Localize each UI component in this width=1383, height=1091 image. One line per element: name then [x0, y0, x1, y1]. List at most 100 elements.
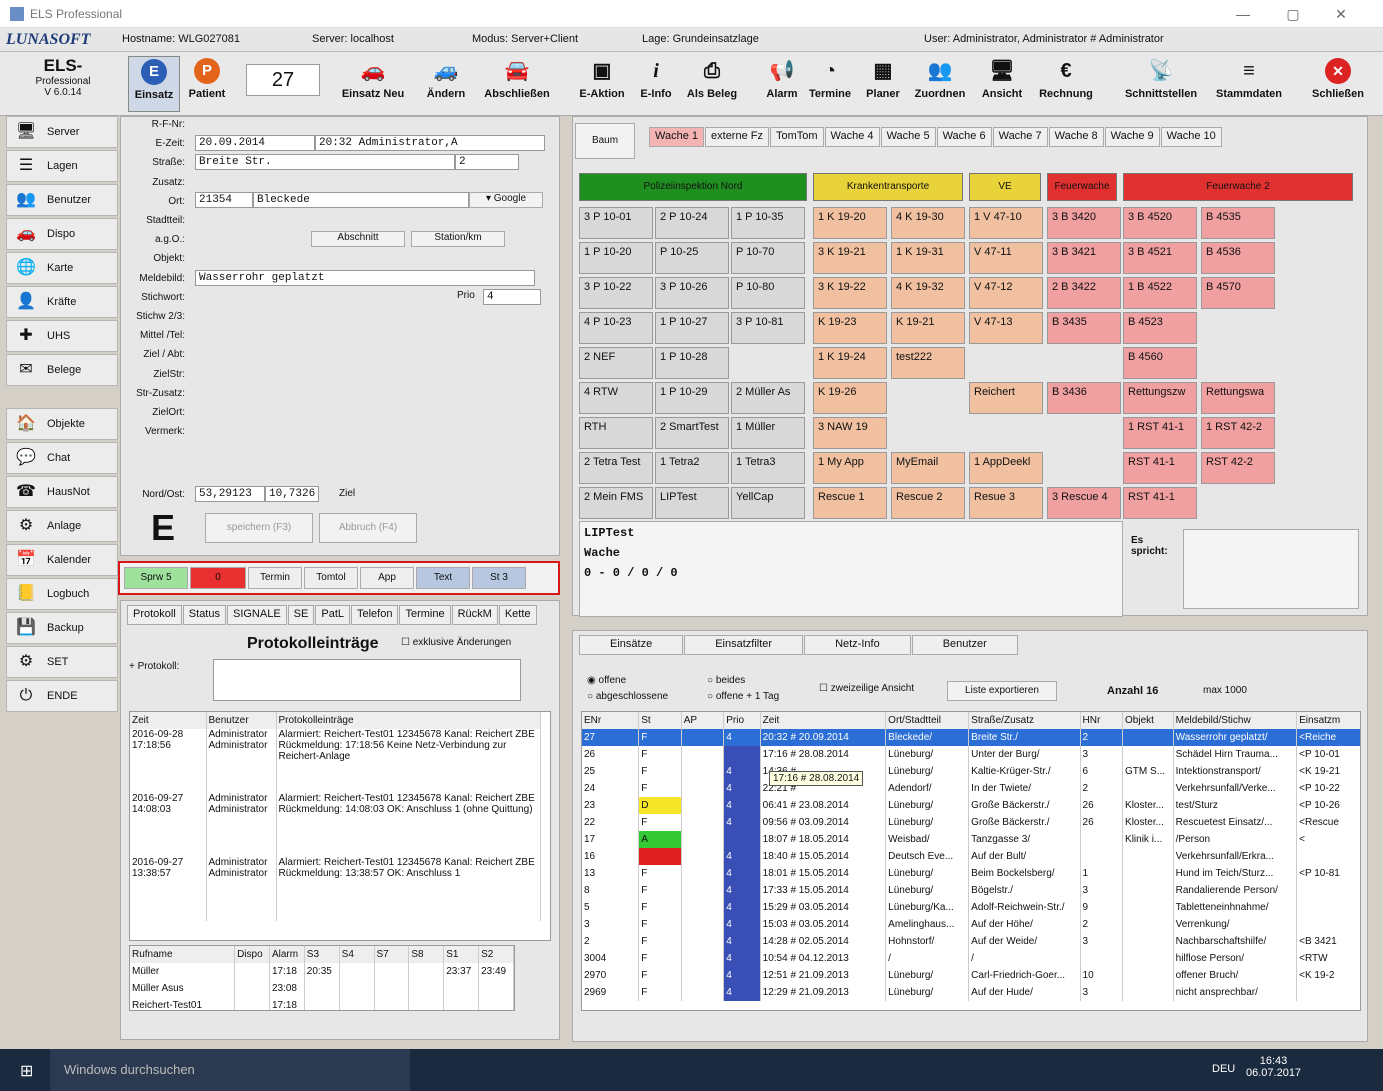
- ort-field[interactable]: Bleckede: [253, 192, 469, 208]
- vehicle-tile-b-4560[interactable]: B 4560: [1123, 347, 1197, 379]
- tab-wache-7[interactable]: Wache 7: [992, 127, 1048, 147]
- abschliessen-button[interactable]: 🚘 Abschließen: [476, 56, 558, 112]
- save-button[interactable]: speichern (F3): [205, 513, 313, 543]
- tab-signale[interactable]: SIGNALE: [226, 605, 287, 625]
- filter-offene[interactable]: ◉ offene: [587, 675, 626, 686]
- tab-telefon[interactable]: Telefon: [351, 605, 399, 625]
- vehicle-tile-k-19-21[interactable]: K 19-21: [891, 312, 965, 344]
- table-row[interactable]: 2970 F 4 12:51 # 21.09.2013 Lüneburg/Carl-Fr…: [582, 967, 1360, 984]
- vehicle-tile-v-47-11[interactable]: V 47-11: [969, 242, 1043, 274]
- vehicle-tile-1-rst-42-2[interactable]: 1 RST 42-2: [1201, 417, 1275, 449]
- table-row[interactable]: 3004 F 4 10:54 # 04.12.2013// hilflose Perso…: [582, 950, 1360, 967]
- sidebar-item-kalender[interactable]: 📅 Kalender: [6, 544, 118, 576]
- table-row[interactable]: 8 F 4 17:33 # 15.05.2014 Lüneburg/Bögelstr./…: [582, 882, 1360, 899]
- column-header[interactable]: Objekt: [1122, 712, 1174, 729]
- sidebar-item-karte[interactable]: 🌐 Karte: [6, 252, 118, 284]
- protokoll-input[interactable]: [213, 659, 521, 701]
- tab-se[interactable]: SE: [287, 605, 315, 625]
- einsatz-neu-button[interactable]: 🚗 Einsatz Neu: [332, 56, 414, 112]
- vehicle-tile-rst-42-2[interactable]: RST 42-2: [1201, 452, 1275, 484]
- column-header[interactable]: S7: [374, 946, 410, 963]
- ansicht-button[interactable]: 🖥 Ansicht: [976, 56, 1028, 112]
- tab-wache-5[interactable]: Wache 5: [880, 127, 936, 147]
- vehicle-tile-3-p-10-26[interactable]: 3 P 10-26: [655, 277, 729, 309]
- tab-termine[interactable]: Termine: [399, 605, 451, 625]
- vehicle-tile-2-p-10-24[interactable]: 2 P 10-24: [655, 207, 729, 239]
- vehicle-tile-reichert[interactable]: Reichert: [969, 382, 1043, 414]
- e-aktion-button[interactable]: ▣ E-Aktion: [574, 56, 630, 112]
- clock[interactable]: 16:43 06.07.2017: [1246, 1055, 1301, 1079]
- vehicle-tile-3-p-10-22[interactable]: 3 P 10-22: [579, 277, 653, 309]
- tab-wache-1[interactable]: Wache 1: [649, 127, 705, 147]
- tab-eins-tze[interactable]: Einsätze: [579, 635, 684, 655]
- vehicle-tile-1-tetra2[interactable]: 1 Tetra2: [655, 452, 729, 484]
- sidebar-item-logbuch[interactable]: 📒 Logbuch: [6, 578, 118, 610]
- einsatz-button[interactable]: E Einsatz: [128, 56, 180, 112]
- baum-button[interactable]: Baum: [575, 123, 635, 159]
- e-info-button[interactable]: i E-Info: [634, 56, 678, 112]
- vehicle-tile-1-k-19-31[interactable]: 1 K 19-31: [891, 242, 965, 274]
- vehicle-tile-k-19-23[interactable]: K 19-23: [813, 312, 887, 344]
- zweizeilig-checkbox[interactable]: ☐ zweizeilige Ansicht: [819, 683, 914, 694]
- column-header[interactable]: Zeit: [130, 712, 207, 729]
- vehicle-tile-liptest[interactable]: LIPTest: [655, 487, 729, 519]
- vehicle-tile-3-naw-19[interactable]: 3 NAW 19: [813, 417, 887, 449]
- tab-kette[interactable]: Kette: [498, 605, 537, 625]
- vehicle-tile-rth[interactable]: RTH: [579, 417, 653, 449]
- vehicle-tile-1-p-10-27[interactable]: 1 P 10-27: [655, 312, 729, 344]
- meldebild-field[interactable]: Wasserrohr geplatzt: [195, 270, 535, 286]
- tab-wache-6[interactable]: Wache 6: [936, 127, 992, 147]
- station-button[interactable]: Station/km: [411, 231, 505, 247]
- sidebar-item-set[interactable]: ⚙ SET: [6, 646, 118, 678]
- column-header[interactable]: St: [638, 712, 682, 729]
- tab-patl[interactable]: PatL: [315, 605, 350, 625]
- vehicle-tile-b-3436[interactable]: B 3436: [1047, 382, 1121, 414]
- vehicle-tile-3-p-10-01[interactable]: 3 P 10-01: [579, 207, 653, 239]
- termine-button[interactable]: ◔ Termine: [804, 56, 856, 112]
- vehicle-tile-2-m-ller-as[interactable]: 2 Müller As: [731, 382, 805, 414]
- filter-offene-1tag[interactable]: ○ offene + 1 Tag: [707, 691, 779, 702]
- vehicle-tile-myemail[interactable]: MyEmail: [891, 452, 965, 484]
- column-header[interactable]: S8: [408, 946, 445, 963]
- vehicle-tile-resue-3[interactable]: Resue 3: [969, 487, 1043, 519]
- vehicle-tile-3-b-3421[interactable]: 3 B 3421: [1047, 242, 1121, 274]
- sidebar-item-dispo[interactable]: 🚗 Dispo: [6, 218, 118, 250]
- rufname-list[interactable]: Rufname Dispo Alarm S3 S4 S7 S8 S1 S2 Müller 17:18…: [129, 945, 515, 1011]
- rechnung-button[interactable]: € Rechnung: [1032, 56, 1100, 112]
- tab-wache-8[interactable]: Wache 8: [1048, 127, 1104, 147]
- column-header[interactable]: Einsatzm: [1296, 712, 1360, 729]
- vehicle-tile-4-p-10-23[interactable]: 4 P 10-23: [579, 312, 653, 344]
- status-strip-text[interactable]: Text: [416, 567, 470, 589]
- latitude-field[interactable]: 53,29123: [195, 486, 265, 502]
- sidebar-item-backup[interactable]: 💾 Backup: [6, 612, 118, 644]
- sidebar-item-belege[interactable]: ✉ Belege: [6, 354, 118, 386]
- tab-externe-fz[interactable]: externe Fz: [705, 127, 769, 147]
- column-header[interactable]: Benutzer: [206, 712, 277, 729]
- vehicle-tile-p-10-80[interactable]: P 10-80: [731, 277, 805, 309]
- table-row[interactable]: 2 F 4 14:28 # 02.05.2014 Hohnstorf/Auf der W…: [582, 933, 1360, 950]
- column-header[interactable]: ENr: [582, 712, 640, 729]
- maximize-button[interactable]: ▢: [1278, 3, 1308, 25]
- vehicle-tile-1-k-19-24[interactable]: 1 K 19-24: [813, 347, 887, 379]
- vehicle-tile-4-rtw[interactable]: 4 RTW: [579, 382, 653, 414]
- windows-start-icon[interactable]: ⊞: [20, 1061, 33, 1081]
- table-row[interactable]: Müller Asus 23:08: [130, 980, 514, 997]
- table-row[interactable]: 25F414:36 #Lüneburg/Kaltie-Krüger-Str./6…: [582, 763, 1360, 780]
- tab-netz-info[interactable]: Netz-Info: [804, 635, 911, 655]
- vehicle-tile-1-v-47-10[interactable]: 1 V 47-10: [969, 207, 1043, 239]
- column-header[interactable]: S4: [339, 946, 375, 963]
- vehicle-tile-3-b-3420[interactable]: 3 B 3420: [1047, 207, 1121, 239]
- tab-wache-10[interactable]: Wache 10: [1160, 127, 1222, 147]
- filter-abgeschlossen[interactable]: ○ abgeschlossene: [587, 691, 668, 702]
- status-strip-sprw-5[interactable]: Sprw 5: [124, 567, 188, 589]
- vehicle-tile-rst-41-1[interactable]: RST 41-1: [1123, 487, 1197, 519]
- vehicle-tile-rettungswa[interactable]: Rettungswa: [1201, 382, 1275, 414]
- tab-wache-9[interactable]: Wache 9: [1104, 127, 1160, 147]
- patient-button[interactable]: P Patient: [182, 56, 232, 112]
- vehicle-tile-rescue-2[interactable]: Rescue 2: [891, 487, 965, 519]
- plz-field[interactable]: 21354: [195, 192, 253, 208]
- column-header[interactable]: S3: [304, 946, 340, 963]
- sidebar-item-uhs[interactable]: ✚ UHS: [6, 320, 118, 352]
- sidebar-item-chat[interactable]: 💬 Chat: [6, 442, 118, 474]
- vehicle-tile-1-p-10-20[interactable]: 1 P 10-20: [579, 242, 653, 274]
